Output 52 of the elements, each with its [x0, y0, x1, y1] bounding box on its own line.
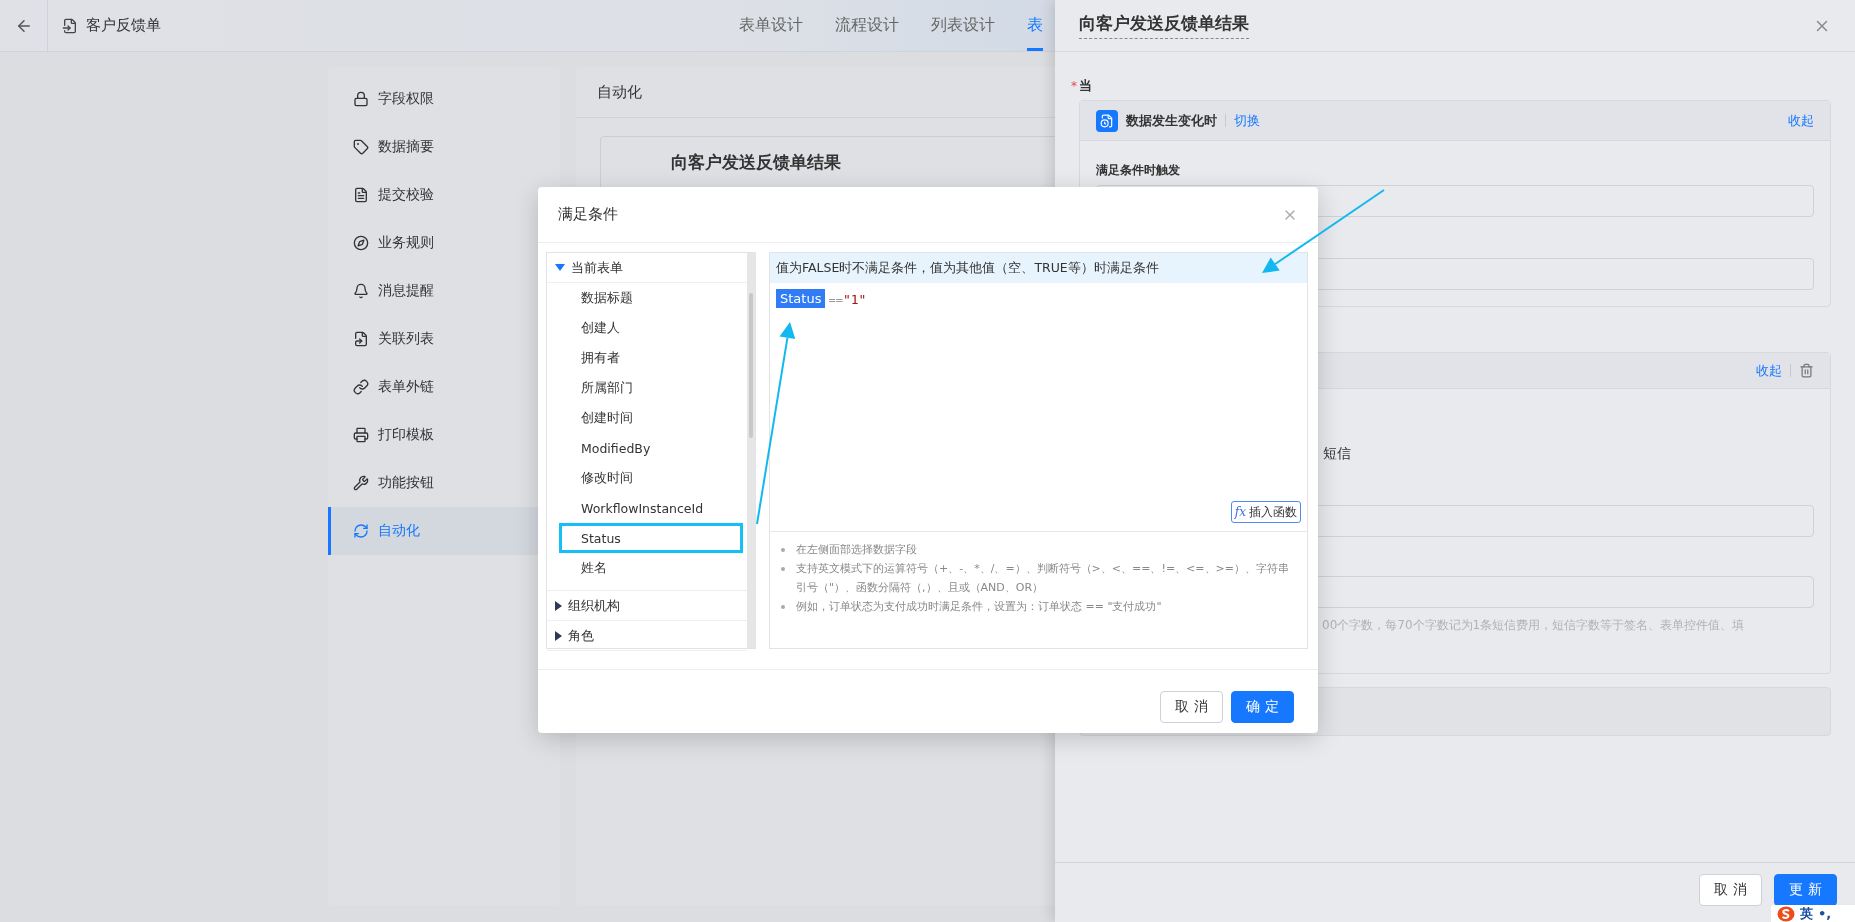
confirm-button[interactable]: 确 定	[1231, 690, 1294, 723]
delete-button[interactable]	[1799, 363, 1814, 378]
ime-punctuation: •,	[1818, 906, 1832, 921]
group-label: 当前表单	[571, 258, 623, 277]
when-label: 当	[1079, 76, 1092, 95]
nav-tab[interactable]: 表单设计	[739, 0, 803, 51]
required-mark: *	[1071, 78, 1078, 93]
operator-text: ==	[828, 292, 843, 309]
field-item[interactable]: Status	[559, 523, 743, 553]
compass-icon	[353, 235, 369, 251]
menu-item[interactable]: 字段权限	[328, 75, 560, 123]
field-item[interactable]: 姓名	[547, 553, 747, 583]
document-icon	[353, 187, 369, 203]
scrollbar[interactable]	[747, 253, 755, 648]
bell-icon	[353, 283, 369, 299]
dialog-title: 满足条件	[558, 205, 618, 224]
link-icon	[353, 379, 369, 395]
help-note: 例如，订单状态为支付成功时满足条件，设置为：订单状态 == "支付成功"	[778, 597, 1297, 616]
menu-item[interactable]: 数据摘要	[328, 123, 560, 171]
update-button[interactable]: 更 新	[1774, 874, 1837, 906]
nav-tab[interactable]: 流程设计	[835, 0, 899, 51]
linked-document-icon	[353, 331, 369, 347]
insert-function-button[interactable]: fx 插入函数	[1230, 501, 1301, 523]
form-title: 客户反馈单	[86, 16, 161, 35]
drawer-title[interactable]: 向客户发送反馈单结果	[1079, 12, 1249, 39]
tag-icon	[353, 139, 369, 155]
cancel-button[interactable]: 取 消	[1699, 874, 1762, 906]
group-label: 角色	[568, 626, 594, 645]
hint-bar: 值为FALSE时不满足条件，值为其他值（空、TRUE等）时满足条件	[770, 253, 1307, 283]
action-type-text: 短信	[1322, 445, 1352, 461]
refresh-icon	[353, 523, 369, 539]
formula-editor[interactable]: Status =="1" fx 插入函数	[770, 283, 1307, 532]
group-label: 组织机构	[568, 596, 620, 615]
caret-icon	[555, 264, 565, 271]
help-note: 在左侧面部选择数据字段	[778, 540, 1297, 559]
cancel-button[interactable]: 取 消	[1160, 690, 1223, 723]
form-icon	[62, 17, 78, 34]
caret-icon	[555, 630, 562, 641]
ime-logo-icon	[1777, 905, 1795, 922]
nav-tab[interactable]: 列表设计	[931, 0, 995, 51]
ime-toolbar[interactable]: 英 •,	[1771, 905, 1855, 922]
condition-label: 满足条件时触发	[1096, 162, 1181, 178]
ime-mode: 英	[1800, 904, 1813, 922]
help-note: 支持英文模式下的运算符号（+、-、*、/、=）、判断符号（>、<、==、!=、<=、>=）、字符串引号（"）、函数分隔符（,）、且或（AND、OR）	[778, 559, 1297, 597]
printer-icon	[353, 427, 369, 443]
field-token: Status	[776, 289, 826, 308]
lock-icon	[353, 91, 369, 107]
caret-icon	[555, 600, 562, 611]
value-text: "1"	[842, 291, 867, 309]
wrench-icon	[353, 475, 369, 491]
automation-title: 向客户发送反馈单结果	[671, 151, 841, 174]
trash-icon	[1799, 363, 1814, 378]
